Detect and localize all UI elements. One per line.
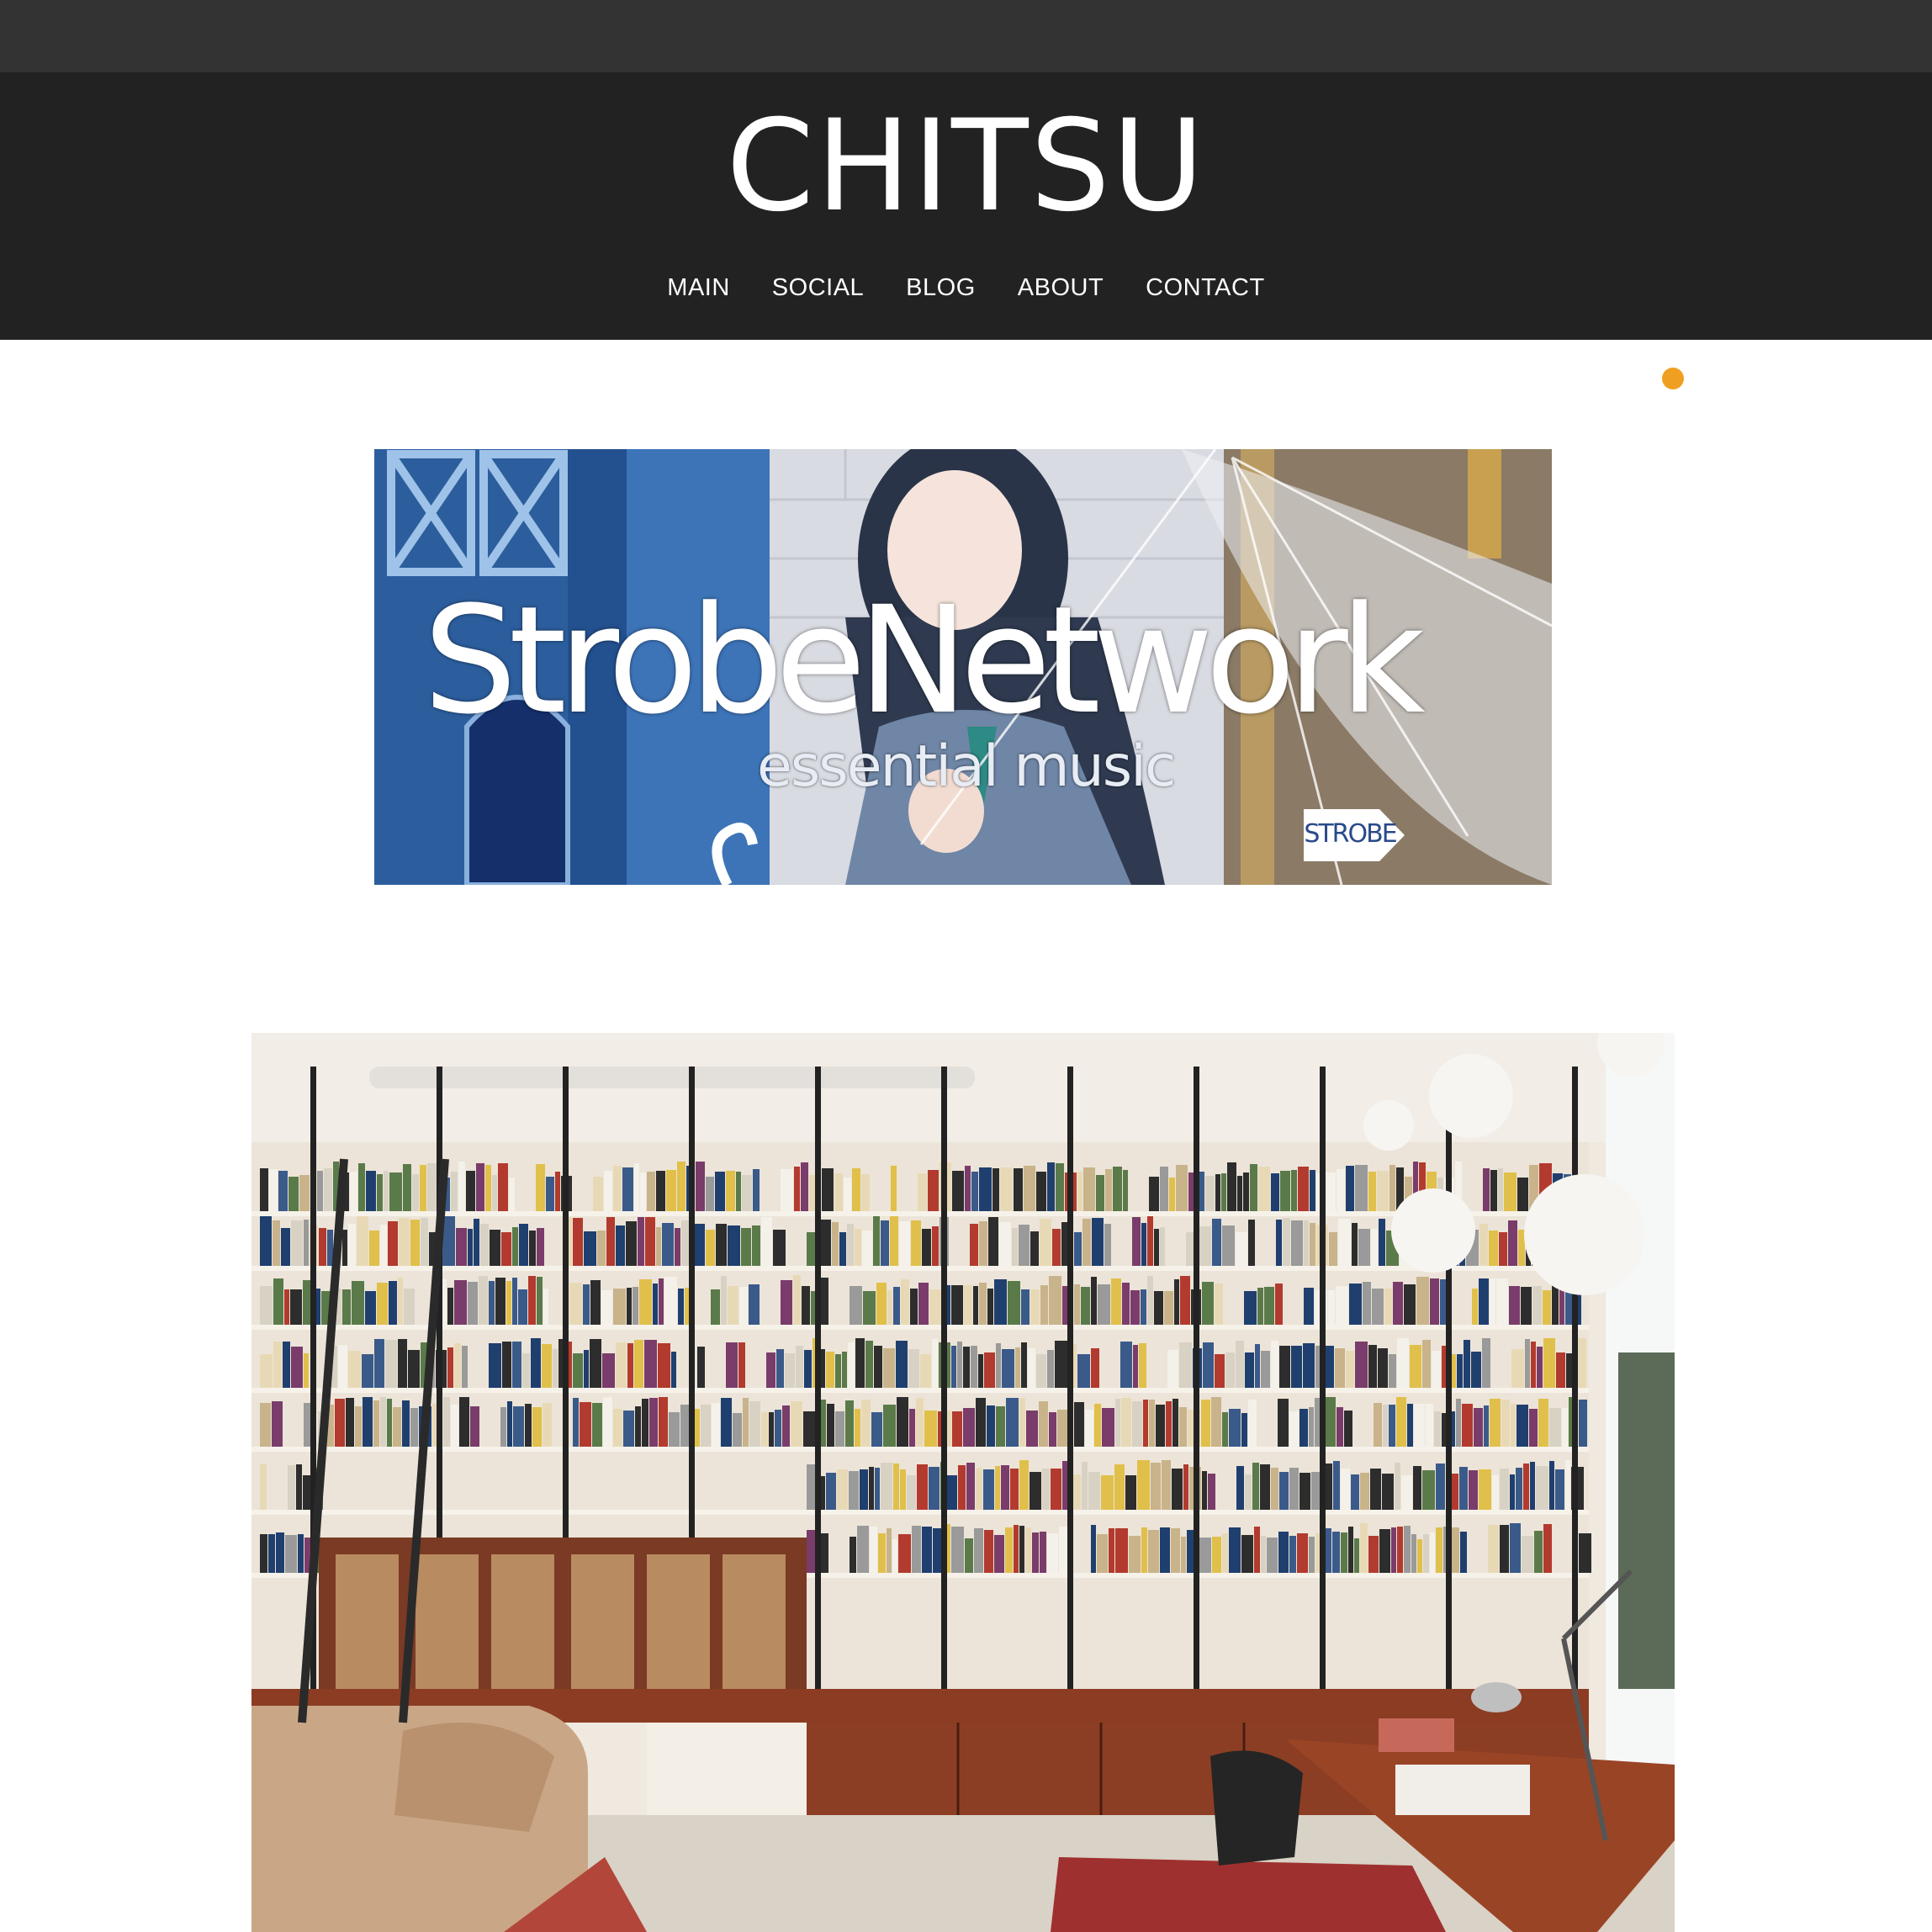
banner-title: StrobeNetwork [423, 574, 1426, 747]
site-title[interactable]: CHITSU [0, 91, 1932, 242]
nav-item-social[interactable]: SOCIAL [772, 267, 864, 308]
top-bar [0, 0, 1932, 72]
banner-badge: STROBE [1304, 819, 1397, 849]
library-photo [251, 1033, 1675, 1932]
status-dot [1662, 368, 1684, 389]
main-nav: MAIN SOCIAL BLOG ABOUT CONTACT [0, 267, 1932, 308]
library-illustration [251, 1033, 1675, 1932]
nav-item-main[interactable]: MAIN [667, 267, 730, 308]
nav-item-contact[interactable]: CONTACT [1146, 267, 1265, 308]
banner-subtitle: essential music [757, 733, 1176, 800]
nav-item-blog[interactable]: BLOG [906, 267, 976, 308]
nav-item-about[interactable]: ABOUT [1018, 267, 1104, 308]
strobe-network-banner[interactable]: StrobeNetwork essential music STROBE [374, 449, 1552, 885]
